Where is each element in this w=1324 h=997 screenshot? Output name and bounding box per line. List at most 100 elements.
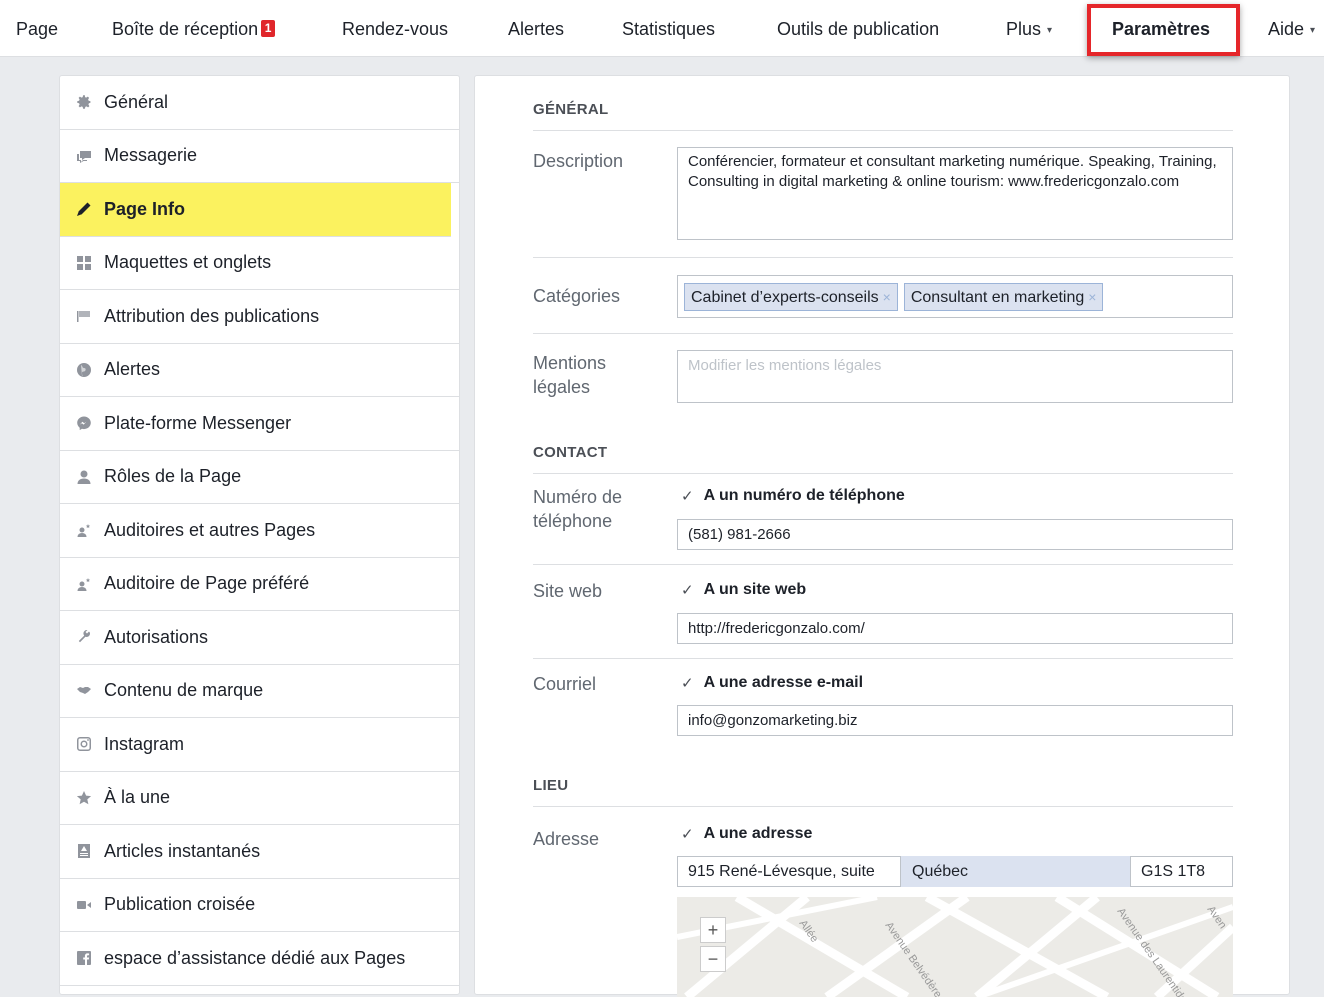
sidebar-item-label: Contenu de marque xyxy=(104,680,264,701)
divider xyxy=(533,564,1233,565)
sidebar-item-label: Instagram xyxy=(104,733,185,754)
category-tag-label: Consultant en marketing xyxy=(910,289,1085,306)
phone-checkbox[interactable]: ✓ A un numéro de téléphone xyxy=(681,487,905,505)
city-input[interactable]: Québec xyxy=(901,856,1130,887)
legal-label-line: Mentions xyxy=(533,353,607,373)
nav-alerts[interactable]: Alertes xyxy=(508,0,564,57)
sidebar-item-branded-content[interactable]: Contenu de marque xyxy=(60,665,459,718)
sidebar-item-audiences[interactable]: Auditoires et autres Pages xyxy=(60,504,459,558)
sidebar-item-label: Auditoire de Page préféré xyxy=(104,573,310,594)
legal-mentions-field[interactable]: Modifier les mentions légales xyxy=(677,350,1233,403)
address-label: Adresse xyxy=(533,829,600,849)
description-field[interactable]: Conférencier, formateur et consultant ma… xyxy=(677,147,1233,240)
category-tag-label: Cabinet d’experts-conseils xyxy=(691,289,879,306)
categories-label: Catégories xyxy=(533,286,621,306)
email-checkbox-label: A une adresse e-mail xyxy=(703,674,864,691)
nav-inbox-label: Boîte de réception xyxy=(112,19,259,39)
phone-input[interactable]: (581) 981-2666 xyxy=(677,519,1233,550)
map-streets: Allée Avenue Belvédère Avenue des Lauren… xyxy=(677,897,1233,997)
website-checkbox[interactable]: ✓ A un site web xyxy=(681,581,806,599)
phone-checkbox-label: A un numéro de téléphone xyxy=(703,487,905,504)
sidebar-item-label: Publication croisée xyxy=(104,894,256,915)
nav-appointments[interactable]: Rendez-vous xyxy=(342,0,448,57)
section-heading-contact: CONTACT xyxy=(533,444,1233,474)
article-icon xyxy=(74,841,94,861)
nav-help-label: Aide xyxy=(1268,19,1305,39)
zoom-out-button[interactable]: − xyxy=(700,946,726,972)
handshake-icon xyxy=(74,681,94,701)
categories-field[interactable]: Cabinet d’experts-conseils × Consultant e… xyxy=(677,275,1233,318)
email-input[interactable]: info@gonzomarketing.biz xyxy=(677,705,1233,736)
facebook-icon xyxy=(74,948,94,968)
address-checkbox[interactable]: ✓ A une adresse xyxy=(681,825,812,843)
postal-code-input[interactable]: G1S 1T8 xyxy=(1130,856,1233,887)
nav-statistics[interactable]: Statistiques xyxy=(622,0,715,57)
sidebar-item-permissions[interactable]: Autorisations xyxy=(60,611,459,665)
sidebar-item-label: Autorisations xyxy=(104,626,209,647)
remove-tag-icon[interactable]: × xyxy=(883,289,891,305)
divider xyxy=(533,333,1233,334)
sidebar-item-label: À la une xyxy=(104,787,171,808)
nav-settings-label: Paramètres xyxy=(1112,19,1211,39)
sidebar-item-featured[interactable]: À la une xyxy=(60,772,459,825)
divider xyxy=(533,658,1233,659)
messaging-icon xyxy=(74,146,94,166)
audience-icon xyxy=(74,520,94,540)
sidebar-item-templates-tabs[interactable]: Maquettes et onglets xyxy=(60,237,459,290)
sidebar-item-instant-articles[interactable]: Articles instantanés xyxy=(60,825,459,879)
sidebar-item-notifications[interactable]: Alertes xyxy=(60,344,459,397)
zoom-in-button[interactable]: + xyxy=(700,917,726,943)
legal-label: Mentions légales xyxy=(533,351,633,399)
sidebar-item-label: espace d’assistance dédié aux Pages xyxy=(104,947,406,968)
nav-more[interactable]: Plus ▾ xyxy=(1006,0,1052,57)
sidebar-item-label: Messagerie xyxy=(104,145,198,166)
sidebar-item-label: Général xyxy=(104,91,169,112)
category-tag: Cabinet d’experts-conseils × xyxy=(684,283,898,311)
website-checkbox-label: A un site web xyxy=(703,581,807,598)
nav-more-label: Plus xyxy=(1006,19,1042,39)
nav-inbox[interactable]: Boîte de réception 1 xyxy=(112,0,276,57)
nav-appointments-label: Rendez-vous xyxy=(342,19,449,39)
category-tag: Consultant en marketing × xyxy=(903,283,1104,311)
gear-icon xyxy=(74,92,94,112)
person-icon xyxy=(74,467,94,487)
sidebar-item-preferred-audience[interactable]: Auditoire de Page préféré xyxy=(60,558,459,611)
nav-help[interactable]: Aide ▾ xyxy=(1268,0,1315,57)
sidebar-item-label: Maquettes et onglets xyxy=(104,252,272,273)
sidebar-item-messaging[interactable]: Messagerie xyxy=(60,130,459,183)
chevron-down-icon: ▾ xyxy=(1047,25,1053,36)
email-label: Courriel xyxy=(533,674,597,694)
sidebar-item-page-support-inbox[interactable]: espace d’assistance dédié aux Pages xyxy=(60,932,459,986)
sidebar-item-crossposting[interactable]: Publication croisée xyxy=(60,879,459,932)
street-input[interactable]: 915 René-Lévesque, suite xyxy=(677,856,901,887)
flag-icon xyxy=(74,306,94,326)
address-checkbox-label: A une adresse xyxy=(703,825,813,842)
sidebar-item-label: Attribution des publications xyxy=(104,305,320,326)
sidebar-item-page-roles[interactable]: Rôles de la Page xyxy=(60,451,459,504)
location-map[interactable]: Allée Avenue Belvédère Avenue des Lauren… xyxy=(677,897,1233,997)
top-navigation: Page Boîte de réception 1 Rendez-vous Ale… xyxy=(0,0,1324,57)
sidebar-item-label: Articles instantanés xyxy=(104,840,261,861)
remove-tag-icon[interactable]: × xyxy=(1088,289,1096,305)
nav-settings[interactable]: Paramètres xyxy=(1112,0,1210,57)
nav-publishing-tools[interactable]: Outils de publication xyxy=(777,0,939,57)
sidebar-item-messenger-platform[interactable]: Plate-forme Messenger xyxy=(60,397,459,451)
sidebar-item-page-info[interactable]: Page Info xyxy=(60,183,451,237)
sidebar-item-general[interactable]: Général xyxy=(60,76,459,130)
sidebar-item-instagram[interactable]: Instagram xyxy=(60,718,459,772)
wrench-icon xyxy=(74,627,94,647)
grid-icon xyxy=(74,253,94,273)
nav-publishing-tools-label: Outils de publication xyxy=(777,19,940,39)
settings-sidebar: Général Messagerie Page Info Maquettes e… xyxy=(59,75,460,995)
divider xyxy=(533,257,1233,258)
email-checkbox[interactable]: ✓ A une adresse e-mail xyxy=(681,674,863,692)
chevron-down-icon: ▾ xyxy=(1310,25,1316,36)
phone-label-line: Numéro de xyxy=(533,487,623,507)
checkmark-icon: ✓ xyxy=(681,488,694,505)
website-input[interactable]: http://fredericgonzalo.com/ xyxy=(677,613,1233,644)
nav-page[interactable]: Page xyxy=(16,0,58,57)
legal-label-line: légales xyxy=(533,377,591,397)
sidebar-item-post-attribution[interactable]: Attribution des publications xyxy=(60,290,459,344)
inbox-count-badge: 1 xyxy=(261,20,276,37)
audience-icon xyxy=(74,574,94,594)
